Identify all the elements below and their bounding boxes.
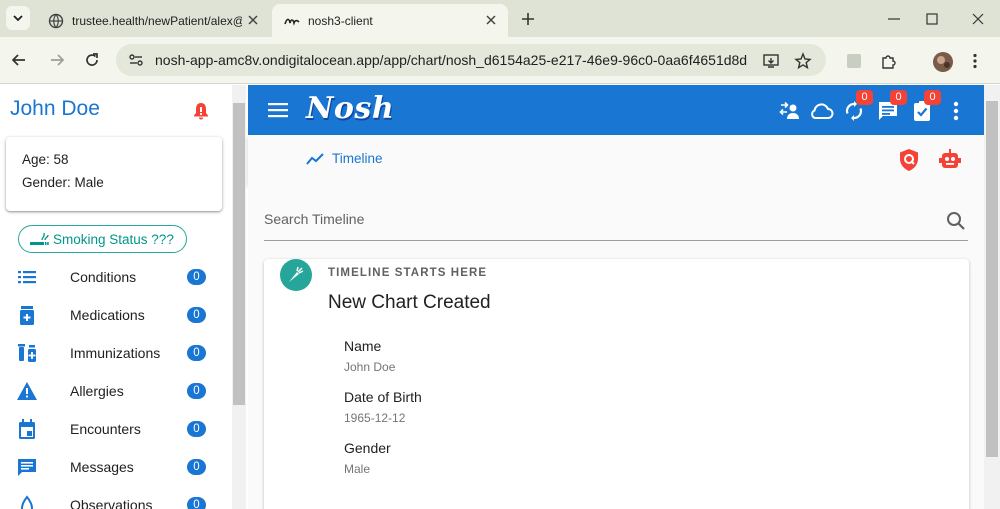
url-text: nosh-app-amc8v.ondigitalocean.app/app/ch… bbox=[155, 52, 748, 68]
browser-tab-nosh[interactable]: nosh3-client bbox=[272, 4, 508, 37]
sidebar-item-immunizations[interactable]: Immunizations 0 bbox=[0, 334, 232, 372]
count-badge: 0 bbox=[187, 307, 206, 323]
carrot-icon bbox=[289, 266, 304, 282]
smoking-status-label: Smoking Status ??? bbox=[53, 231, 174, 247]
tab-timeline-label: Timeline bbox=[332, 151, 383, 166]
sidebar-item-conditions[interactable]: Conditions 0 bbox=[0, 258, 232, 296]
warning-icon bbox=[17, 382, 37, 400]
nosh-logo: Nosh bbox=[306, 91, 395, 126]
count-badge: 0 bbox=[187, 345, 206, 361]
close-window-icon[interactable] bbox=[969, 10, 987, 28]
timeline-overline: TIMELINE STARTS HERE bbox=[328, 267, 488, 279]
timeline-card: TIMELINE STARTS HERE New Chart Created N… bbox=[264, 259, 969, 509]
patient-gender: Gender: Male bbox=[22, 175, 104, 190]
message-icon bbox=[18, 459, 36, 476]
bookmark-star-icon[interactable] bbox=[794, 52, 812, 70]
search-field bbox=[264, 199, 968, 241]
vaccine-icon bbox=[18, 344, 36, 362]
chart-subbar: Timeline bbox=[248, 135, 984, 185]
tab-search-button[interactable] bbox=[6, 6, 30, 30]
minimize-icon[interactable] bbox=[885, 10, 903, 28]
close-icon[interactable] bbox=[246, 13, 260, 27]
patient-sidebar: John Doe Age: 58 Gender: Male Smoking St… bbox=[0, 85, 232, 509]
sidebar-item-label: Allergies bbox=[70, 383, 124, 399]
field-label-name: Name bbox=[344, 338, 382, 354]
sidebar-item-label: Medications bbox=[70, 307, 145, 323]
sidebar-item-label: Observations bbox=[70, 497, 153, 509]
field-label-dob: Date of Birth bbox=[344, 389, 422, 405]
sidebar-item-messages[interactable]: Messages 0 bbox=[0, 448, 232, 486]
install-app-icon[interactable] bbox=[762, 52, 780, 70]
nosh-favicon-icon bbox=[284, 18, 300, 26]
maximize-icon[interactable] bbox=[923, 10, 941, 28]
calendar-icon bbox=[19, 419, 35, 439]
query-shield-icon[interactable] bbox=[897, 148, 921, 172]
browser-tab-trustee[interactable]: trustee.health/newPatient/alex@ bbox=[38, 4, 270, 37]
switch-patient-icon[interactable] bbox=[778, 99, 802, 123]
tab-title: nosh3-client bbox=[308, 13, 373, 28]
profile-avatar[interactable] bbox=[932, 51, 954, 73]
forward-arrow-icon[interactable] bbox=[48, 51, 66, 69]
back-arrow-icon[interactable] bbox=[10, 51, 28, 69]
cloud-icon[interactable] bbox=[808, 99, 834, 123]
count-badge: 0 bbox=[187, 459, 206, 475]
sidebar-item-medications[interactable]: Medications 0 bbox=[0, 296, 232, 334]
menu-icon[interactable] bbox=[268, 101, 288, 119]
timeline-card-title: New Chart Created bbox=[328, 292, 491, 313]
reload-icon[interactable] bbox=[83, 51, 101, 69]
count-badge: 0 bbox=[187, 497, 206, 509]
sidebar-item-observations[interactable]: Observations 0 bbox=[0, 486, 232, 509]
tab-timeline[interactable]: Timeline bbox=[306, 151, 383, 166]
tab-title: trustee.health/newPatient/alex@ bbox=[72, 13, 242, 28]
field-value-dob: 1965-12-12 bbox=[344, 411, 406, 425]
robot-icon[interactable] bbox=[938, 148, 962, 172]
pill-bottle-icon bbox=[20, 306, 34, 325]
smoking-icon bbox=[30, 232, 49, 245]
patient-name: John Doe bbox=[10, 97, 100, 120]
more-vert-icon[interactable] bbox=[944, 99, 968, 123]
globe-icon bbox=[48, 13, 64, 28]
timeline-avatar bbox=[280, 259, 312, 291]
smoking-status-chip[interactable]: Smoking Status ??? bbox=[18, 225, 187, 253]
address-bar[interactable]: nosh-app-amc8v.ondigitalocean.app/app/ch… bbox=[116, 44, 826, 76]
new-tab-icon[interactable] bbox=[518, 9, 538, 29]
count-badge: 0 bbox=[187, 421, 206, 437]
chevron-down-icon bbox=[13, 15, 23, 22]
extensions-icon[interactable] bbox=[880, 52, 898, 70]
messages-badge: 0 bbox=[890, 90, 907, 105]
sidebar-item-encounters[interactable]: Encounters 0 bbox=[0, 410, 232, 448]
browser-tab-strip: trustee.health/newPatient/alex@ nosh3-cl… bbox=[0, 0, 1000, 37]
observations-icon bbox=[20, 495, 34, 509]
sidebar-item-label: Immunizations bbox=[70, 345, 161, 361]
app-header: Nosh 0 0 0 bbox=[248, 85, 984, 135]
more-vert-icon[interactable] bbox=[966, 52, 984, 70]
field-value-gender: Male bbox=[344, 462, 371, 476]
patient-age: Age: 58 bbox=[22, 152, 69, 167]
sidebar-item-label: Encounters bbox=[70, 421, 141, 437]
list-icon bbox=[18, 271, 36, 284]
timeline-main: TIMELINE STARTS HERE New Chart Created N… bbox=[248, 185, 984, 509]
alert-bell-icon[interactable] bbox=[191, 101, 211, 121]
field-label-gender: Gender bbox=[344, 440, 391, 456]
tasks-badge: 0 bbox=[924, 90, 941, 105]
sidebar-item-label: Messages bbox=[70, 459, 134, 475]
field-value-name: John Doe bbox=[344, 360, 396, 374]
patient-info-card: Age: 58 Gender: Male bbox=[6, 137, 222, 211]
count-badge: 0 bbox=[187, 383, 206, 399]
sidebar-item-label: Conditions bbox=[70, 269, 137, 285]
close-icon[interactable] bbox=[484, 13, 498, 27]
search-input[interactable] bbox=[264, 211, 924, 227]
sync-badge: 0 bbox=[856, 90, 873, 105]
timeline-icon bbox=[306, 152, 324, 165]
extension-puzzle-gray-icon[interactable] bbox=[845, 52, 863, 70]
sidebar-item-allergies[interactable]: Allergies 0 bbox=[0, 372, 232, 410]
site-settings-icon[interactable] bbox=[128, 52, 144, 68]
browser-toolbar: nosh-app-amc8v.ondigitalocean.app/app/ch… bbox=[0, 37, 1000, 84]
count-badge: 0 bbox=[187, 269, 206, 285]
sidebar-scrollbar-thumb[interactable] bbox=[233, 103, 245, 405]
search-icon[interactable] bbox=[946, 211, 966, 231]
main-scrollbar-thumb[interactable] bbox=[986, 101, 998, 457]
